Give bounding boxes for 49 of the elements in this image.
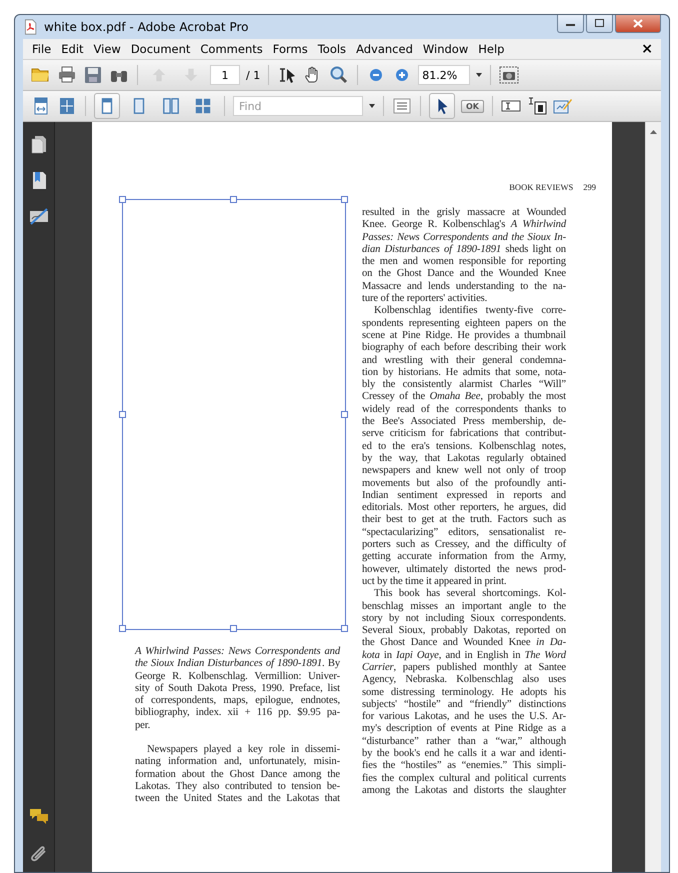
dropdown-caret-icon[interactable] [369,104,375,108]
print-icon[interactable] [57,65,77,85]
close-document-button[interactable]: × [637,41,657,57]
paragraph: resulted in the grisly massacre at Wounded Knee. George R. Kolbenschlag's A Whirlwind Passes: News Correspondents and the Sioux In- dian Disturbances of 1890-1891 sheds light on the men and women responsible for reporting on the Ghost Dance and the Wounded Knee Massacre and lends understanding to the na- ture of the reporters' activities. [362,207,566,306]
pages-icon[interactable] [28,134,48,154]
save-icon[interactable] [83,65,103,85]
dropdown-caret-icon[interactable] [476,73,482,77]
pencil-sign-icon[interactable] [553,96,573,116]
close-button[interactable] [615,15,661,33]
text-select-icon[interactable] [277,65,298,85]
maximize-icon[interactable] [594,19,604,28]
running-head: BOOK REVIEWS [509,182,574,194]
paragraph: Newspapers played a key role in dissemi- nating information and, unfortunately, misin- formation about the Ghost Dance among the Lakotas. They also contributed to tension be- tween the United States and the Lakotas that [135,744,340,806]
menu-item[interactable]: Help [473,41,510,57]
page-field-icon[interactable] [527,96,547,116]
page-count: / 1 [246,68,260,82]
grid-pages-icon[interactable] [194,97,212,115]
read-mode-icon[interactable] [392,96,412,116]
book-citation: A Whirlwind Passes: News Correspondents and the Sioux Indian Disturbances of 1890-1891. By George R. Kolbenschlag. Vermillion: Univer- sity of South Dakota Press, 1990. Preface, list of correspondents, maps, epilogue, endnotes, bibliography, index. xii + 116 pp. $9.95 pa- per. [135,646,340,732]
pdf-file-icon [23,19,39,35]
paragraph: Kolbenschlag identifies twenty-five corre- spondents representing eighteen papers on the scene at Pine Ridge. He provides a thumbnail biography of each before describing their work and wrestling with their general condemna- tion by historians. He admits that some, nota- bly the consistently alarmist Charles “Will” Cressey of the Omaha Bee, probably the most widely read of the correspondents thanks to the Bee's Associated Press membership, de- serve criticism for fabrications that contribut- ed to the era's tensions. Kolbenschlag notes, by the way, that Lakotas regularly obtained newspapers and knew well not only of troop movements but also of the profoundly anti- Indian sentiment expressed in reports and editorials. Most other reporters, he argues, did their best to get at the truth. Factors such as “spectacularizing” editors, sensationalist re- porters such as Cressey, and the difficulty of getting accurate information from the Army, however, ultimately distorted the news prod- uct by the time it appeared in print. [362,305,566,588]
menu-item[interactable]: Edit [56,41,89,57]
close-icon[interactable] [633,19,643,28]
menu-item[interactable]: Advanced [351,41,418,57]
maximize-button[interactable] [586,15,613,33]
menu-item[interactable]: Window [418,41,474,57]
find-field[interactable]: Find [233,96,363,116]
camera-icon[interactable] [499,65,520,85]
menu-item[interactable]: Comments [195,41,268,57]
menu-item[interactable]: Forms [268,41,313,57]
window-title: white box.pdf - Adobe Acrobat Pro [44,20,248,34]
select-tool-button[interactable] [429,93,455,119]
minimize-button[interactable] [557,15,584,33]
menu-item[interactable]: Document [126,41,196,57]
paragraph: This book has several shortcomings. Kol- benschlag misses an important angle to the story by not including Sioux correspondents. Several Sioux, probably Dakotas, reported on the Ghost Dance and Wounded Knee in Da- kota in Iapi Oaye, and in English in The Word Carrier, papers published monthly at Santee Agency, Nebraska. Kolbenschlag also uses some distressing terminology. He adopts his subjects' “hostile” and “friendly” distinctions for various Lakotas, and he uses the U.S. Ar- my's description of events at Pine Ridge as a “disturbance” rather than a “war,” although by the book's end he calls it a war and identi- fies the “hostiles” as “enemies.” This simpli- fies the complex cultural and political currents among the Lakotas and distorts the slaughter [362,588,566,798]
page-layout-button[interactable] [94,93,120,119]
menu-item[interactable]: File [27,41,56,57]
comments-icon[interactable] [28,806,48,826]
two-page-icon[interactable] [162,97,180,115]
zoom-field[interactable]: 81.2% [418,65,470,85]
page-number: 299 [583,182,596,194]
scroll-up-icon[interactable] [650,130,657,134]
fit-page-icon[interactable] [57,96,77,116]
menu-item[interactable]: View [88,41,126,57]
zoom-icon[interactable] [329,65,350,85]
form-button-tool[interactable]: OK [461,100,484,112]
signature-icon[interactable] [28,206,48,226]
page-number-field[interactable]: 1 [210,65,240,85]
menu-item[interactable]: Tools [312,41,352,57]
